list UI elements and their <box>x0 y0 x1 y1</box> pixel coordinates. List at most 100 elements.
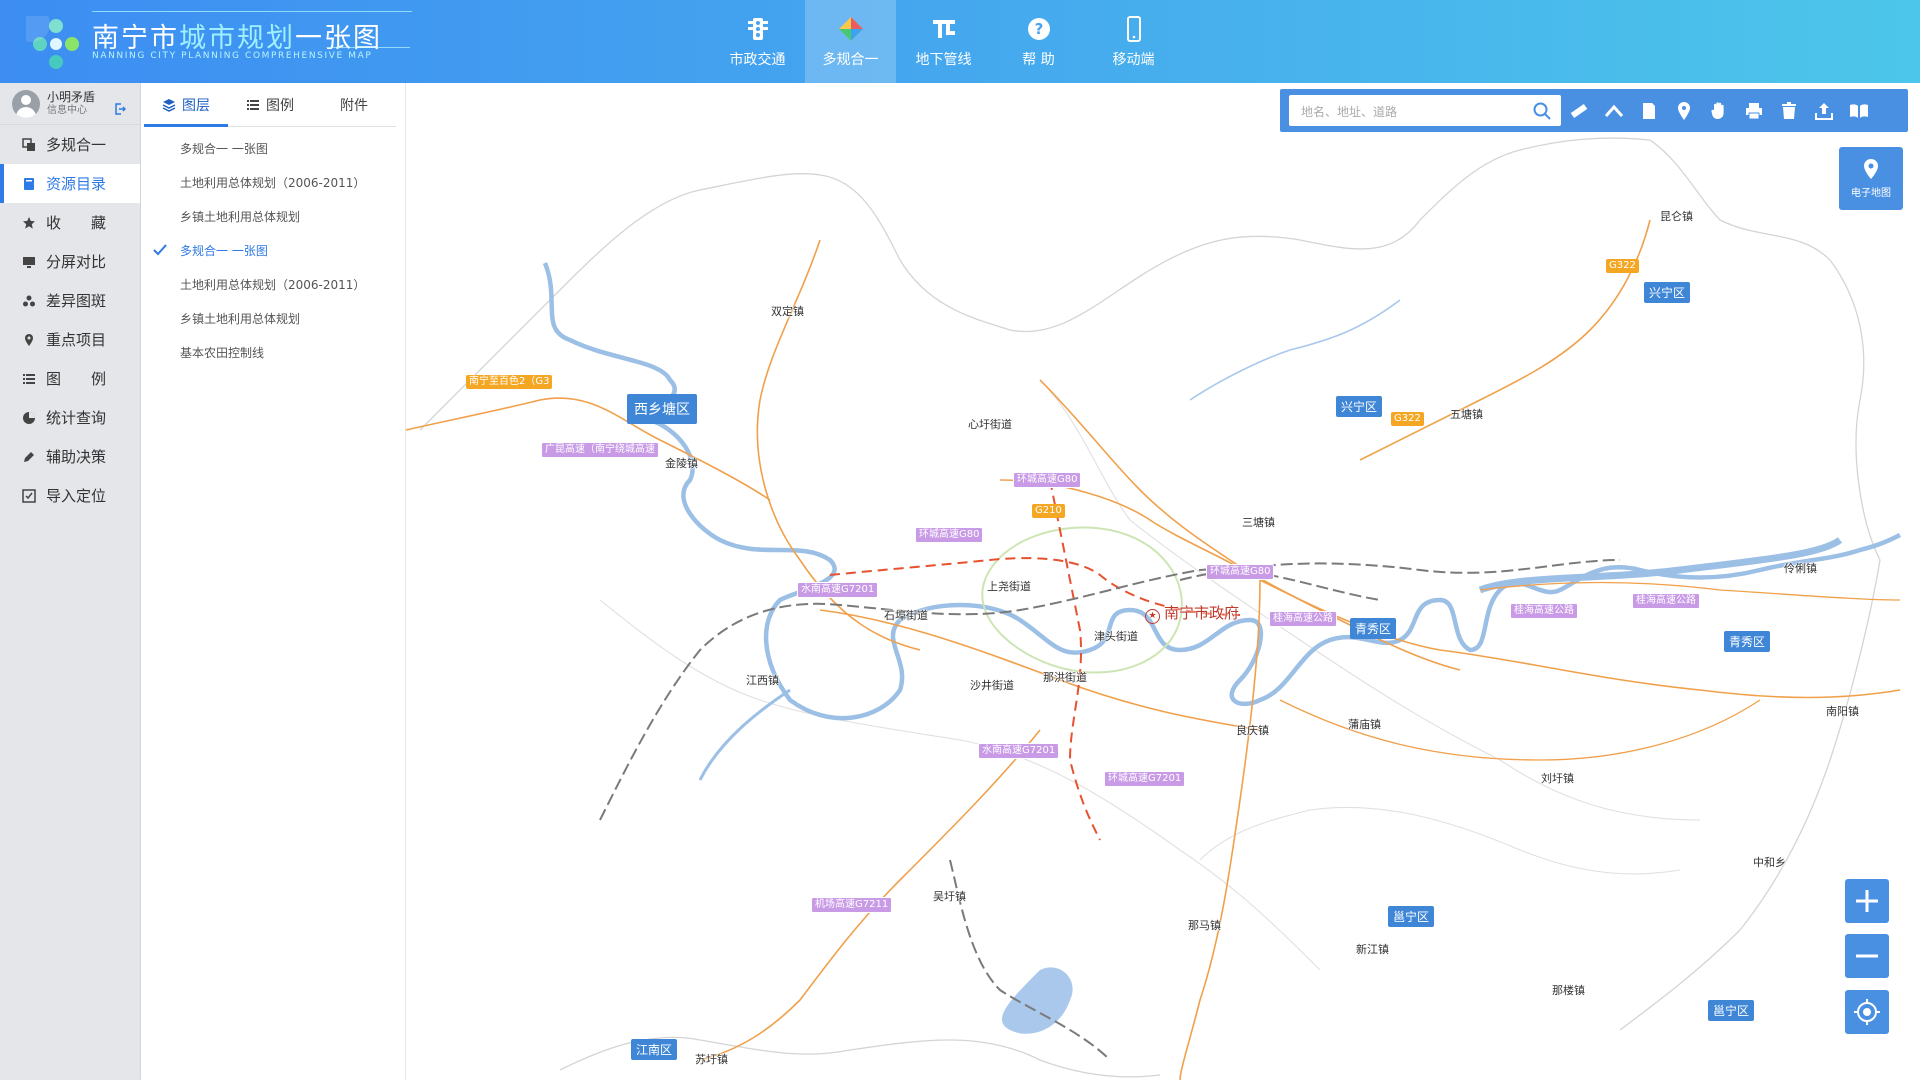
menu-label: 收 藏 <box>46 214 107 232</box>
book-icon <box>24 177 34 190</box>
left-menu: 小明矛盾 信息中心 多规合一 资源目录 收 藏 分屏对比 差异图斑 重点项目 图… <box>0 83 141 1080</box>
export-button[interactable] <box>1806 89 1841 132</box>
district-badge: 江南区 <box>631 1039 678 1060</box>
menu-statistics[interactable]: 统计查询 <box>0 398 140 437</box>
menu-split-compare[interactable]: 分屏对比 <box>0 242 140 281</box>
minus-icon <box>1856 954 1878 958</box>
nav-multi-plan[interactable]: 多规合一 <box>805 0 896 83</box>
town-label: 良庆镇 <box>1236 724 1269 737</box>
layer-list: 多规合一 一张图 土地利用总体规划（2006-2011） 乡镇土地利用总体规划 … <box>141 127 405 369</box>
district-badge: 兴宁区 <box>1644 282 1691 303</box>
district-badge: 兴宁区 <box>1336 396 1383 417</box>
monitor-icon <box>23 256 35 268</box>
river <box>698 688 791 781</box>
road-tag: 桂海高速公路 <box>1510 603 1578 619</box>
star-icon <box>23 216 35 229</box>
town-label: 石埠街道 <box>884 609 928 622</box>
map-canvas[interactable]: 昆仑镇 五塘镇 双定镇 金陵镇 心圩街道 三塘镇 上尧街道 石埠街道 津头街道 … <box>406 83 1920 1080</box>
menu-label: 图 例 <box>46 370 107 388</box>
star-icon: ★ <box>1145 609 1160 624</box>
road-tag: 水南高速G7201 <box>978 743 1060 759</box>
menu-decision[interactable]: 辅助决策 <box>0 437 140 476</box>
menu-import-locate[interactable]: 导入定位 <box>0 476 140 515</box>
town-label: 苏圩镇 <box>695 1053 728 1066</box>
layer-item-checked[interactable]: 多规合一 一张图 <box>141 233 405 267</box>
road-tag: 南宁至百色2（G3 <box>466 375 553 389</box>
measure-area-button[interactable] <box>1631 89 1666 132</box>
measure-angle-button[interactable] <box>1596 89 1631 132</box>
avatar[interactable] <box>12 89 40 118</box>
logo-icon <box>26 16 79 69</box>
print-button[interactable] <box>1736 89 1771 132</box>
layer-item[interactable]: 基本农田控制线 <box>141 335 405 369</box>
nav-mobile[interactable]: 移动端 <box>1086 0 1181 83</box>
tab-legend[interactable]: 图例 <box>228 83 312 126</box>
logout-icon[interactable] <box>114 103 126 115</box>
layer-label: 基本农田控制线 <box>180 345 265 360</box>
bookmark-button[interactable] <box>1841 89 1876 132</box>
government-label: 南宁市政府 <box>1164 604 1240 622</box>
layer-item[interactable]: 乡镇土地利用总体规划 <box>141 301 405 335</box>
road-tag: 机场高速G7211 <box>811 897 893 913</box>
layer-item[interactable]: 土地利用总体规划（2006-2011） <box>141 267 405 301</box>
nav-label: 帮 助 <box>1022 51 1055 68</box>
pen-icon <box>24 451 34 462</box>
road-tag: 广昆高速（南宁绕城高速 <box>541 442 659 458</box>
top-nav: 市政交通 多规合一 地下管线 ? 帮 助 移动端 <box>710 0 1181 83</box>
mark-location-button[interactable] <box>1666 89 1701 132</box>
search-input[interactable] <box>1289 95 1533 128</box>
river <box>542 262 1902 721</box>
town-label: 伶俐镇 <box>1784 562 1817 575</box>
search-icon[interactable] <box>1533 102 1551 120</box>
search-box <box>1289 95 1561 128</box>
menu-legend[interactable]: 图 例 <box>0 359 140 398</box>
panel-tabs: 图层 图例 附件 <box>144 83 396 127</box>
town-label: 双定镇 <box>771 305 804 318</box>
road-tag: G322 <box>1391 412 1424 426</box>
book-open-icon <box>1849 103 1868 118</box>
layer-item[interactable]: 多规合一 一张图 <box>141 131 405 165</box>
decor-line <box>330 47 410 48</box>
planned-road <box>1049 479 1101 841</box>
app-header: 南宁市城市规划一张图 NANNING CITY PLANNING COMPREH… <box>0 0 1920 83</box>
pan-button[interactable] <box>1701 89 1736 132</box>
tab-label: 图层 <box>182 97 210 114</box>
road-tag: G210 <box>1032 504 1065 518</box>
nav-label: 市政交通 <box>729 51 786 68</box>
zoom-out-button[interactable] <box>1845 934 1889 978</box>
layer-item[interactable]: 土地利用总体规划（2006-2011） <box>141 165 405 199</box>
menu-favorites[interactable]: 收 藏 <box>0 203 140 242</box>
highway <box>699 729 1041 1061</box>
list-icon <box>23 373 35 384</box>
nav-underground-pipeline[interactable]: 地下管线 <box>896 0 991 83</box>
locate-me-button[interactable] <box>1845 990 1889 1034</box>
copy-icon <box>22 137 35 151</box>
map-graphics <box>406 137 1902 1080</box>
resource-panel: 图层 图例 附件 多规合一 一张图 土地利用总体规划（2006-2011） 乡镇… <box>141 83 406 1080</box>
town-label: 五塘镇 <box>1450 408 1483 421</box>
tab-attachments[interactable]: 附件 <box>312 83 396 126</box>
menu-key-projects[interactable]: 重点项目 <box>0 320 140 359</box>
river <box>1189 299 1401 401</box>
mobile-icon <box>1126 15 1141 42</box>
city-government-marker[interactable]: ★ 南宁市政府 <box>1145 602 1239 624</box>
measure-distance-button[interactable] <box>1561 89 1596 132</box>
layer-label: 多规合一 一张图 <box>180 141 268 156</box>
tab-layers[interactable]: 图层 <box>144 83 228 127</box>
layer-item[interactable]: 乡镇土地利用总体规划 <box>141 199 405 233</box>
app-title: 南宁市城市规划一张图 <box>92 23 382 54</box>
layer-label: 乡镇土地利用总体规划 <box>180 209 301 224</box>
clear-button[interactable] <box>1771 89 1806 132</box>
menu-diff-patches[interactable]: 差异图斑 <box>0 281 140 320</box>
menu-label: 资源目录 <box>46 175 107 193</box>
nav-help[interactable]: ? 帮 助 <box>991 0 1086 83</box>
basemap-switch-button[interactable]: 电子地图 <box>1839 147 1903 210</box>
ruler-icon <box>1570 103 1587 118</box>
district-boundary <box>599 599 1321 971</box>
menu-resource-catalog[interactable]: 资源目录 <box>0 164 140 203</box>
zoom-in-button[interactable] <box>1845 879 1889 923</box>
basemap-label: 电子地图 <box>1851 188 1891 199</box>
nav-municipal-traffic[interactable]: 市政交通 <box>710 0 805 83</box>
tab-label: 附件 <box>340 97 368 114</box>
menu-multi-plan[interactable]: 多规合一 <box>0 125 140 164</box>
